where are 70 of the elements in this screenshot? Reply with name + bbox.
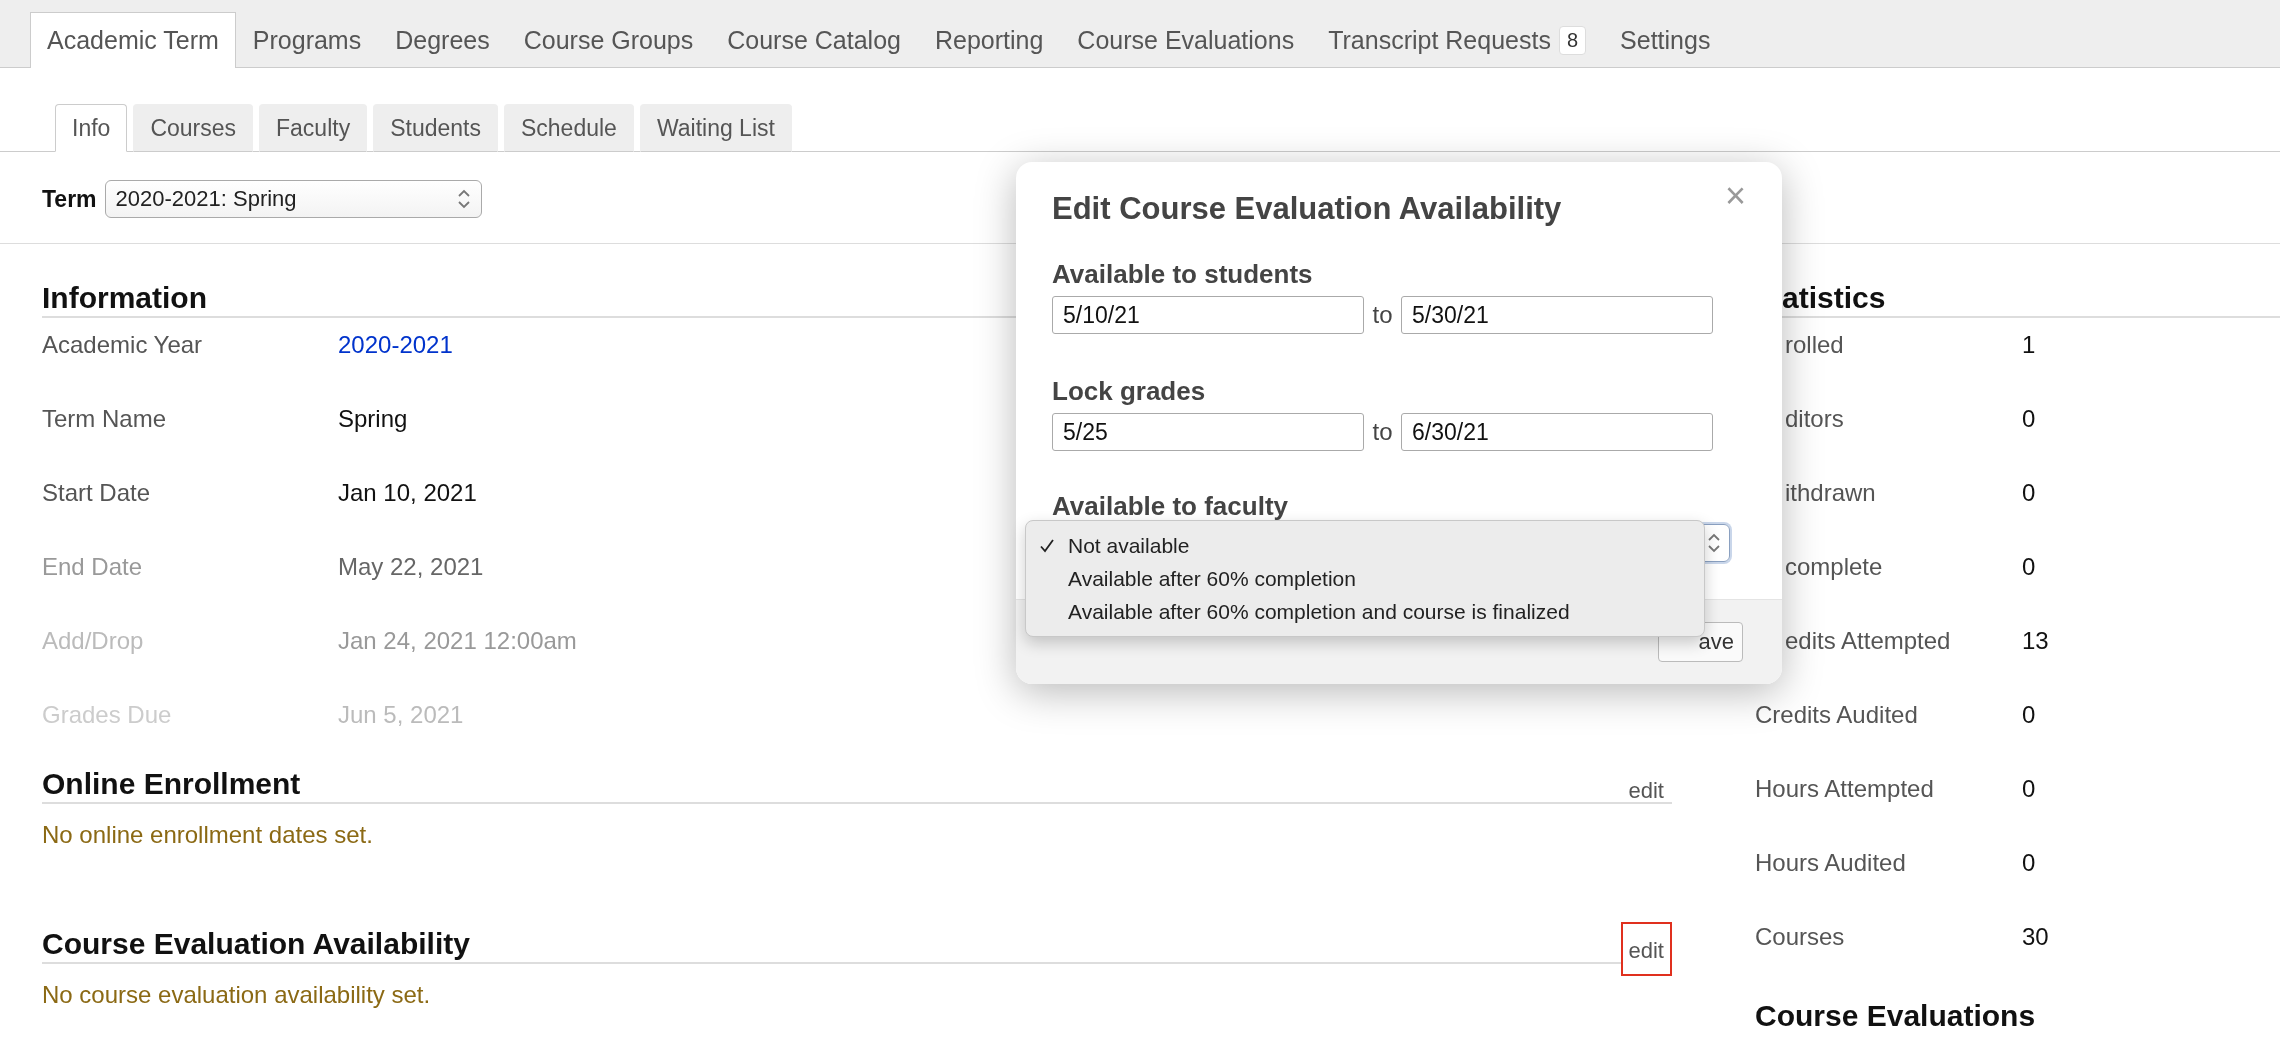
field-value: Spring [338,404,408,434]
nav-tab[interactable]: Programs [235,12,379,68]
field-label: Start Date [42,478,151,508]
field-value: Jan 10, 2021 [338,478,477,508]
stat-value: 0 [2022,774,2036,804]
sub-tab[interactable]: Schedule [503,104,634,152]
stat-label: edits Attempted [1784,626,1951,656]
field-label: Academic Year [42,330,203,360]
stat-label: Hours Audited [1755,848,1906,878]
nav-tab[interactable]: Settings [1603,12,1728,68]
stat-label: Hours Attempted [1755,774,1934,804]
count-badge: 8 [1558,26,1587,55]
menu-option[interactable]: Not available [1026,529,1704,562]
chevron-icon [456,188,471,210]
section-title: atistics [1781,280,1886,316]
stat-value: 30 [2022,922,2049,952]
sub-tab[interactable]: Faculty [259,104,368,152]
chevron-icon [1707,532,1721,554]
date-input[interactable]: 5/30/21 [1401,296,1713,334]
nav-tab[interactable]: Course Catalog [710,12,918,68]
section-title: Course Evaluation Availability [42,926,470,962]
stat-value: 0 [2022,552,2036,582]
edit-link[interactable]: edit [1620,922,1672,976]
sub-tab[interactable]: Courses [133,104,254,152]
field-link[interactable]: 2020-2021 [338,330,453,360]
stat-label: Courses [1755,922,1845,952]
field-label: Lock grades [1052,376,1207,406]
sub-tab[interactable]: Info [55,104,128,152]
date-input[interactable]: 6/30/21 [1401,413,1713,451]
menu-option[interactable]: Available after 60% completion [1026,562,1704,595]
range-separator: to [1371,301,1394,329]
date-input[interactable]: 5/25 [1052,413,1364,451]
section-title: Online Enrollment [42,766,301,802]
stat-label: ithdrawn [1784,478,1876,508]
dialog-title: Edit Course Evaluation Availability [1052,190,1563,228]
nav-tab[interactable]: Reporting [917,12,1061,68]
stat-value: 0 [2022,848,2036,878]
term-label: Term [42,185,97,213]
field-label: End Date [42,552,143,582]
stat-value: 0 [2022,404,2036,434]
stat-value: 1 [2022,330,2036,360]
date-input[interactable]: 5/10/21 [1052,296,1364,334]
edit-link[interactable]: edit [1620,762,1672,816]
status-message: No online enrollment dates set. [42,820,374,850]
stat-value: 0 [2022,478,2036,508]
sub-tab[interactable]: Students [373,104,498,152]
field-value: Jun 5, 2021 [338,700,464,730]
field-label: Term Name [42,404,167,434]
section-title: Course Evaluations [1755,998,2036,1034]
nav-tab[interactable]: Course Evaluations [1060,12,1312,68]
term-select[interactable]: 2020-2021: Spring [104,180,482,218]
field-value: May 22, 2021 [338,552,484,582]
nav-tab[interactable]: Academic Term [30,12,236,68]
stat-label: complete [1784,552,1883,582]
stat-label: Credits Audited [1755,700,1918,730]
nav-tab[interactable]: Course Groups [506,12,711,68]
field-label: Available to faculty [1052,491,1289,521]
stat-value: 13 [2022,626,2049,656]
status-message: No course evaluation availability set. [42,980,432,1010]
stat-label: rolled [1784,330,1844,360]
nav-tab[interactable]: Transcript Requests 8 [1311,12,1604,68]
field-value: Jan 24, 2021 12:00am [338,626,577,656]
stat-label: ditors [1784,404,1844,434]
sub-tab[interactable]: Waiting List [639,104,792,152]
field-label: Available to students [1052,259,1314,289]
range-separator: to [1371,418,1394,446]
section-title: Information [42,280,207,316]
field-label: Add/Drop [42,626,144,656]
nav-tab[interactable]: Degrees [378,12,507,68]
stat-value: 0 [2022,700,2036,730]
